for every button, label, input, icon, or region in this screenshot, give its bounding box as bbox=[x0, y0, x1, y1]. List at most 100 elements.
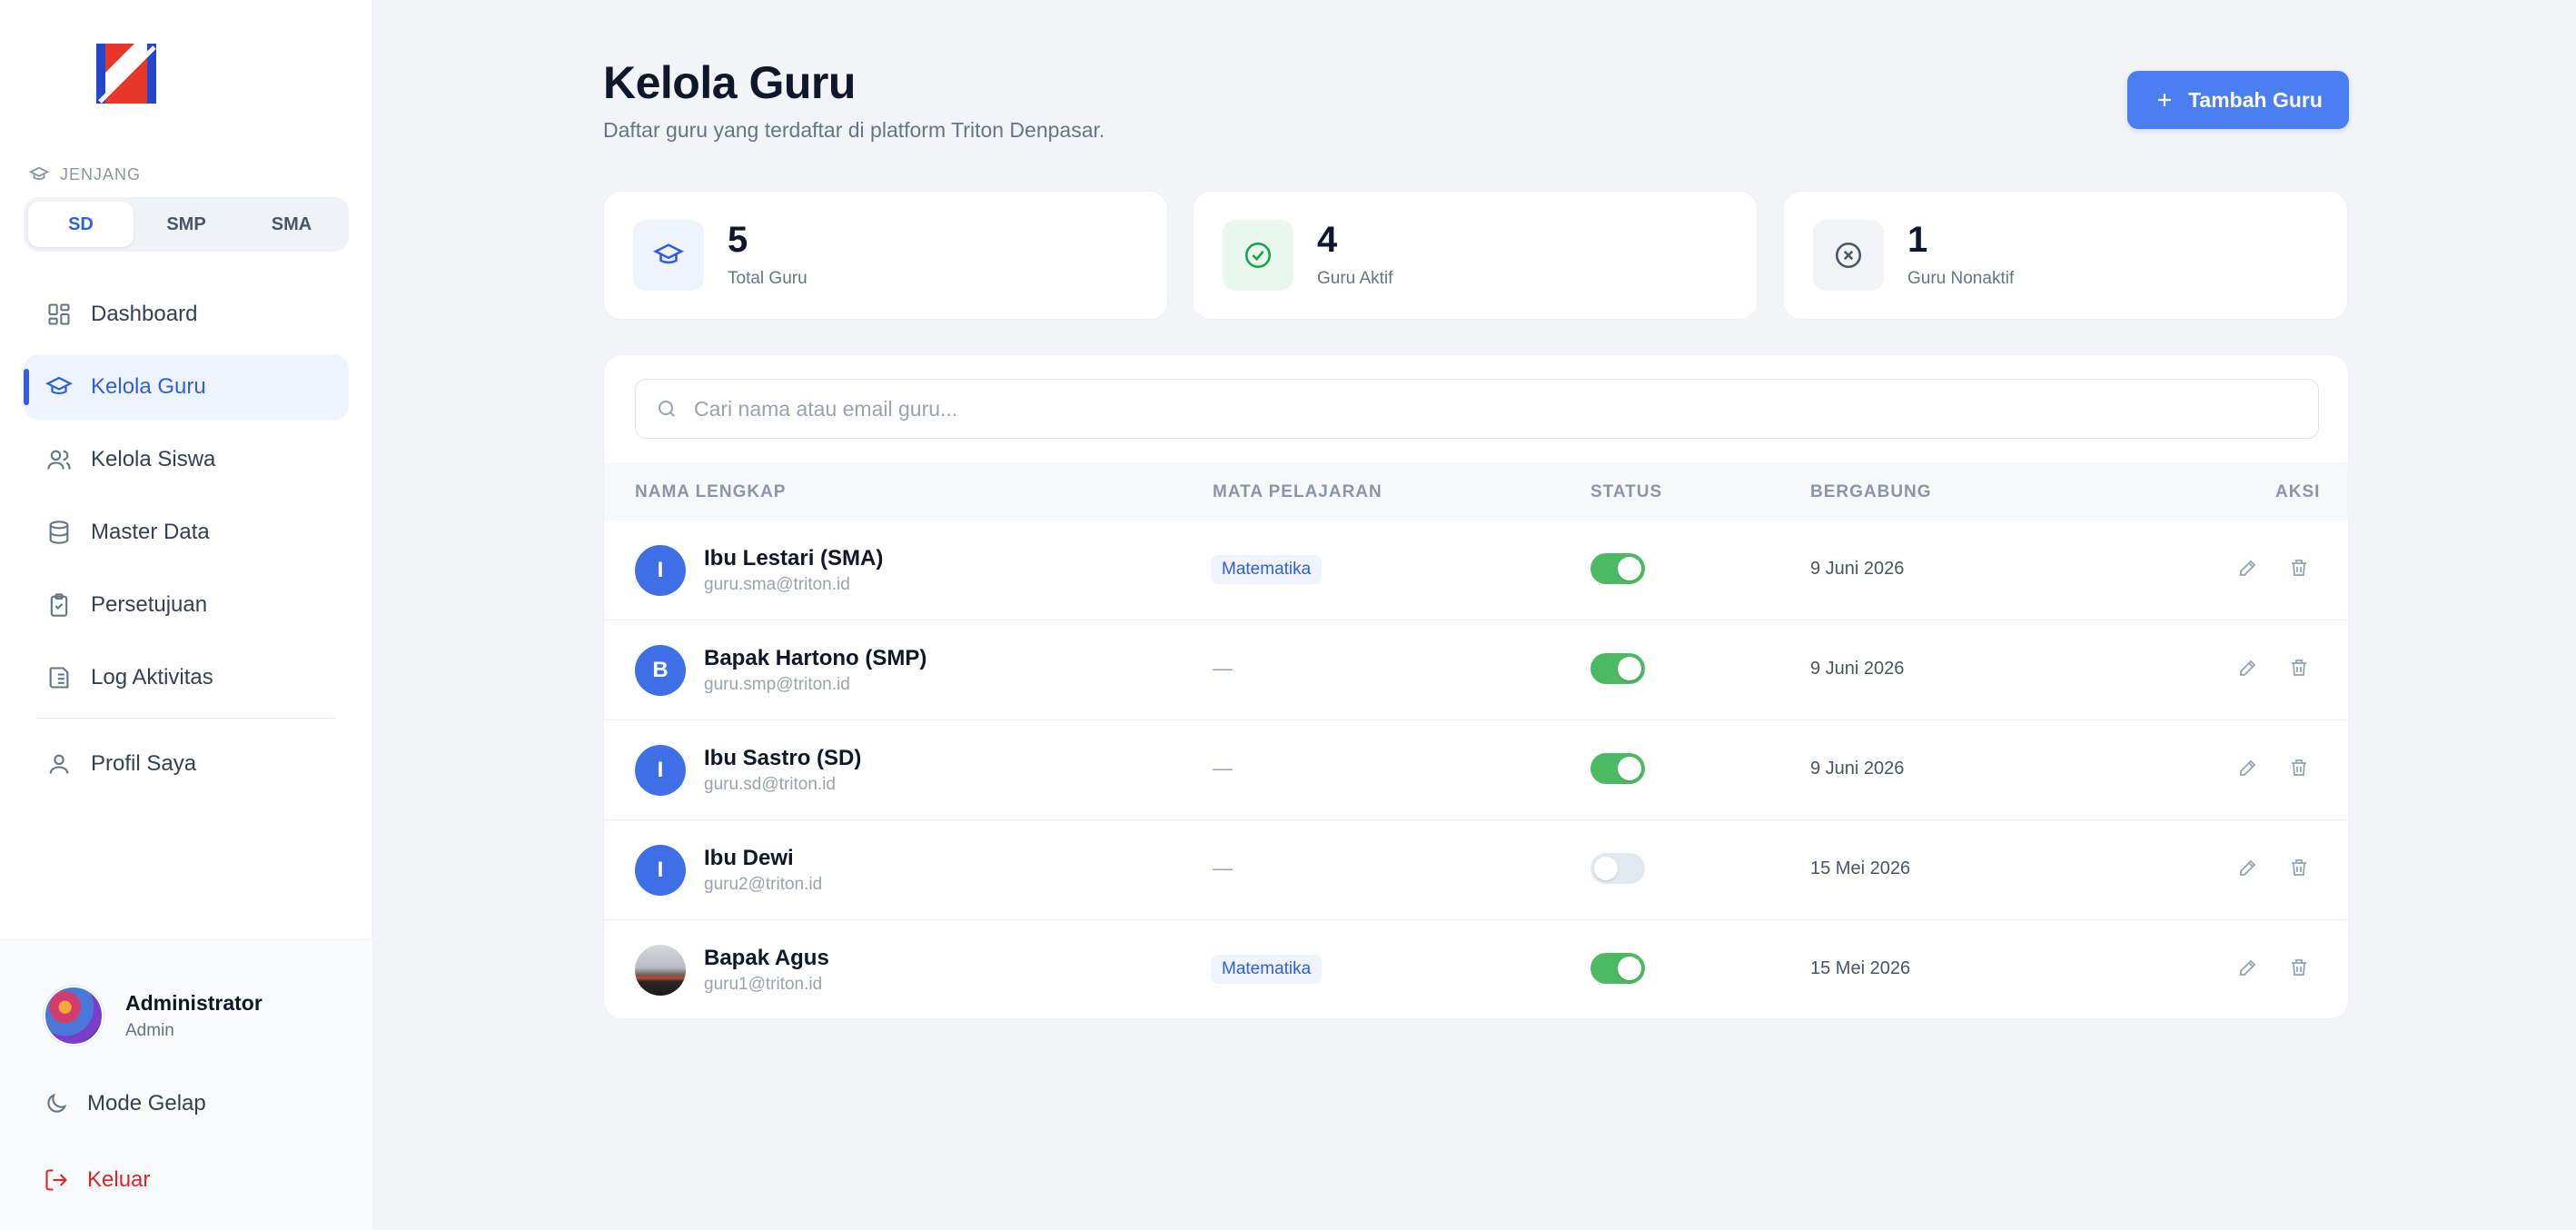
teacher-email: guru1@triton.id bbox=[704, 975, 823, 994]
trash-icon[interactable] bbox=[2284, 653, 2313, 682]
column-header-subject[interactable]: MATA PELAJARAN bbox=[1213, 482, 1382, 502]
stat-value: 4 bbox=[1317, 220, 1338, 260]
table-row: I Ibu Lestari (SMA) guru.sma@triton.id M… bbox=[604, 521, 2348, 620]
joined-date: 9 Juni 2026 bbox=[1810, 559, 1905, 579]
log-icon bbox=[45, 664, 73, 691]
avatar: I bbox=[635, 545, 686, 596]
teacher-email: guru.sma@triton.id bbox=[704, 575, 850, 594]
plus-icon bbox=[2158, 94, 2172, 106]
sidebar-item-label: Kelola Siswa bbox=[91, 447, 216, 471]
stat-label: Total Guru bbox=[728, 269, 807, 288]
column-header-status[interactable]: STATUS bbox=[1590, 482, 1662, 502]
jenjang-label-text: JENJANG bbox=[60, 164, 142, 184]
subject-badge: Matematika bbox=[1211, 955, 1323, 984]
sidebar-item-profil-saya[interactable]: Profil Saya bbox=[24, 731, 349, 797]
add-teacher-button[interactable]: Tambah Guru bbox=[2127, 71, 2349, 129]
jenjang-option-sma[interactable]: SMA bbox=[239, 202, 344, 247]
teacher-name: Bapak Hartono (SMP) bbox=[704, 646, 927, 670]
stat-card-active: 4 Guru Aktif bbox=[1193, 191, 1758, 320]
user-name: Administrator bbox=[125, 990, 263, 1015]
status-toggle[interactable] bbox=[1590, 553, 1645, 584]
user-card[interactable]: Administrator Admin bbox=[44, 986, 263, 1046]
table-header: NAMA LENGKAP MATA PELAJARAN STATUS BERGA… bbox=[604, 462, 2348, 521]
sidebar-item-kelola-siswa[interactable]: Kelola Siswa bbox=[24, 427, 349, 492]
status-toggle[interactable] bbox=[1590, 853, 1645, 884]
nav-divider bbox=[36, 718, 336, 719]
column-header-name[interactable]: NAMA LENGKAP bbox=[635, 482, 786, 502]
table-row: I Ibu Sastro (SD) guru.sd@triton.id — 9 … bbox=[604, 720, 2348, 820]
status-toggle[interactable] bbox=[1590, 753, 1645, 784]
sidebar-item-label: Log Aktivitas bbox=[91, 665, 213, 689]
search-box bbox=[635, 379, 2319, 439]
joined-date: 9 Juni 2026 bbox=[1810, 759, 1905, 779]
sidebar-item-log-aktivitas[interactable]: Log Aktivitas bbox=[24, 645, 349, 710]
search-input[interactable] bbox=[694, 396, 2238, 422]
avatar: I bbox=[635, 745, 686, 796]
jenjang-switch: SD SMP SMA bbox=[24, 197, 349, 252]
stat-label: Guru Nonaktif bbox=[1907, 269, 2015, 288]
table-row: I Ibu Dewi guru2@triton.id — 15 Mei 2026 bbox=[604, 820, 2348, 920]
edit-icon[interactable] bbox=[2234, 553, 2263, 582]
stat-card-total: 5 Total Guru bbox=[603, 191, 1168, 320]
teacher-email: guru.sd@triton.id bbox=[704, 775, 836, 794]
teacher-email: guru.smp@triton.id bbox=[704, 675, 850, 694]
moon-icon bbox=[47, 1093, 67, 1113]
teacher-table-card: NAMA LENGKAP MATA PELAJARAN STATUS BERGA… bbox=[603, 354, 2349, 1019]
sidebar-footer: Administrator Admin Mode Gelap Keluar bbox=[0, 939, 372, 1230]
graduation-cap-icon bbox=[45, 373, 73, 401]
column-header-joined[interactable]: BERGABUNG bbox=[1810, 482, 1932, 502]
clipboard-check-icon bbox=[45, 591, 73, 619]
column-header-actions: AKSI bbox=[2275, 482, 2321, 501]
trash-icon[interactable] bbox=[2284, 553, 2313, 582]
dark-mode-label: Mode Gelap bbox=[87, 1091, 206, 1116]
teacher-name: Ibu Dewi bbox=[704, 846, 794, 870]
stat-value: 1 bbox=[1907, 220, 1928, 260]
stat-label: Guru Aktif bbox=[1317, 269, 1393, 288]
sidebar-item-label: Dashboard bbox=[91, 302, 198, 326]
users-icon bbox=[45, 446, 73, 473]
table-row: B Bapak Hartono (SMP) guru.smp@triton.id… bbox=[604, 620, 2348, 720]
database-icon bbox=[45, 519, 73, 546]
edit-icon[interactable] bbox=[2234, 853, 2263, 882]
edit-icon[interactable] bbox=[2234, 953, 2263, 982]
trash-icon[interactable] bbox=[2284, 753, 2313, 782]
sidebar-item-label: Persetujuan bbox=[91, 592, 208, 617]
table-row: Bapak Agus guru1@triton.id Matematika 15… bbox=[604, 920, 2348, 1018]
edit-icon[interactable] bbox=[2234, 653, 2263, 682]
teacher-name: Ibu Sastro (SD) bbox=[704, 746, 862, 770]
logo bbox=[96, 44, 156, 104]
user-role: Admin bbox=[125, 1020, 174, 1040]
teacher-email: guru2@triton.id bbox=[704, 875, 823, 894]
search-icon bbox=[659, 401, 675, 417]
subject-empty: — bbox=[1213, 857, 1233, 879]
subject-empty: — bbox=[1213, 657, 1233, 679]
dashboard-icon bbox=[45, 301, 73, 328]
sidebar-item-kelola-guru[interactable]: Kelola Guru bbox=[24, 354, 349, 420]
sidebar-item-master-data[interactable]: Master Data bbox=[24, 500, 349, 565]
logout-label: Keluar bbox=[87, 1167, 151, 1192]
avatar: I bbox=[635, 845, 686, 896]
graduation-cap-icon bbox=[633, 220, 704, 291]
subject-badge: Matematika bbox=[1211, 555, 1323, 584]
sidebar-item-persetujuan[interactable]: Persetujuan bbox=[24, 572, 349, 638]
jenjang-option-smp[interactable]: SMP bbox=[134, 202, 239, 247]
status-toggle[interactable] bbox=[1590, 653, 1645, 684]
sidebar: JENJANG SD SMP SMA Dashboard Kelola Guru… bbox=[0, 0, 372, 1230]
trash-icon[interactable] bbox=[2284, 853, 2313, 882]
edit-icon[interactable] bbox=[2234, 753, 2263, 782]
subject-empty: — bbox=[1213, 757, 1233, 779]
teacher-name: Ibu Lestari (SMA) bbox=[704, 546, 884, 570]
jenjang-option-sd[interactable]: SD bbox=[28, 202, 134, 247]
sidebar-item-label: Kelola Guru bbox=[91, 374, 206, 399]
logout-button[interactable]: Keluar bbox=[44, 1167, 150, 1193]
trash-icon[interactable] bbox=[2284, 953, 2313, 982]
add-teacher-label: Tambah Guru bbox=[2188, 87, 2323, 112]
joined-date: 9 Juni 2026 bbox=[1810, 659, 1905, 679]
sidebar-item-dashboard[interactable]: Dashboard bbox=[24, 282, 349, 347]
logout-icon bbox=[45, 1169, 67, 1191]
teacher-name: Bapak Agus bbox=[704, 946, 829, 970]
sidebar-item-label: Master Data bbox=[91, 520, 210, 544]
dark-mode-button[interactable]: Mode Gelap bbox=[44, 1091, 206, 1116]
sidebar-item-label: Profil Saya bbox=[91, 751, 197, 776]
status-toggle[interactable] bbox=[1590, 953, 1645, 984]
